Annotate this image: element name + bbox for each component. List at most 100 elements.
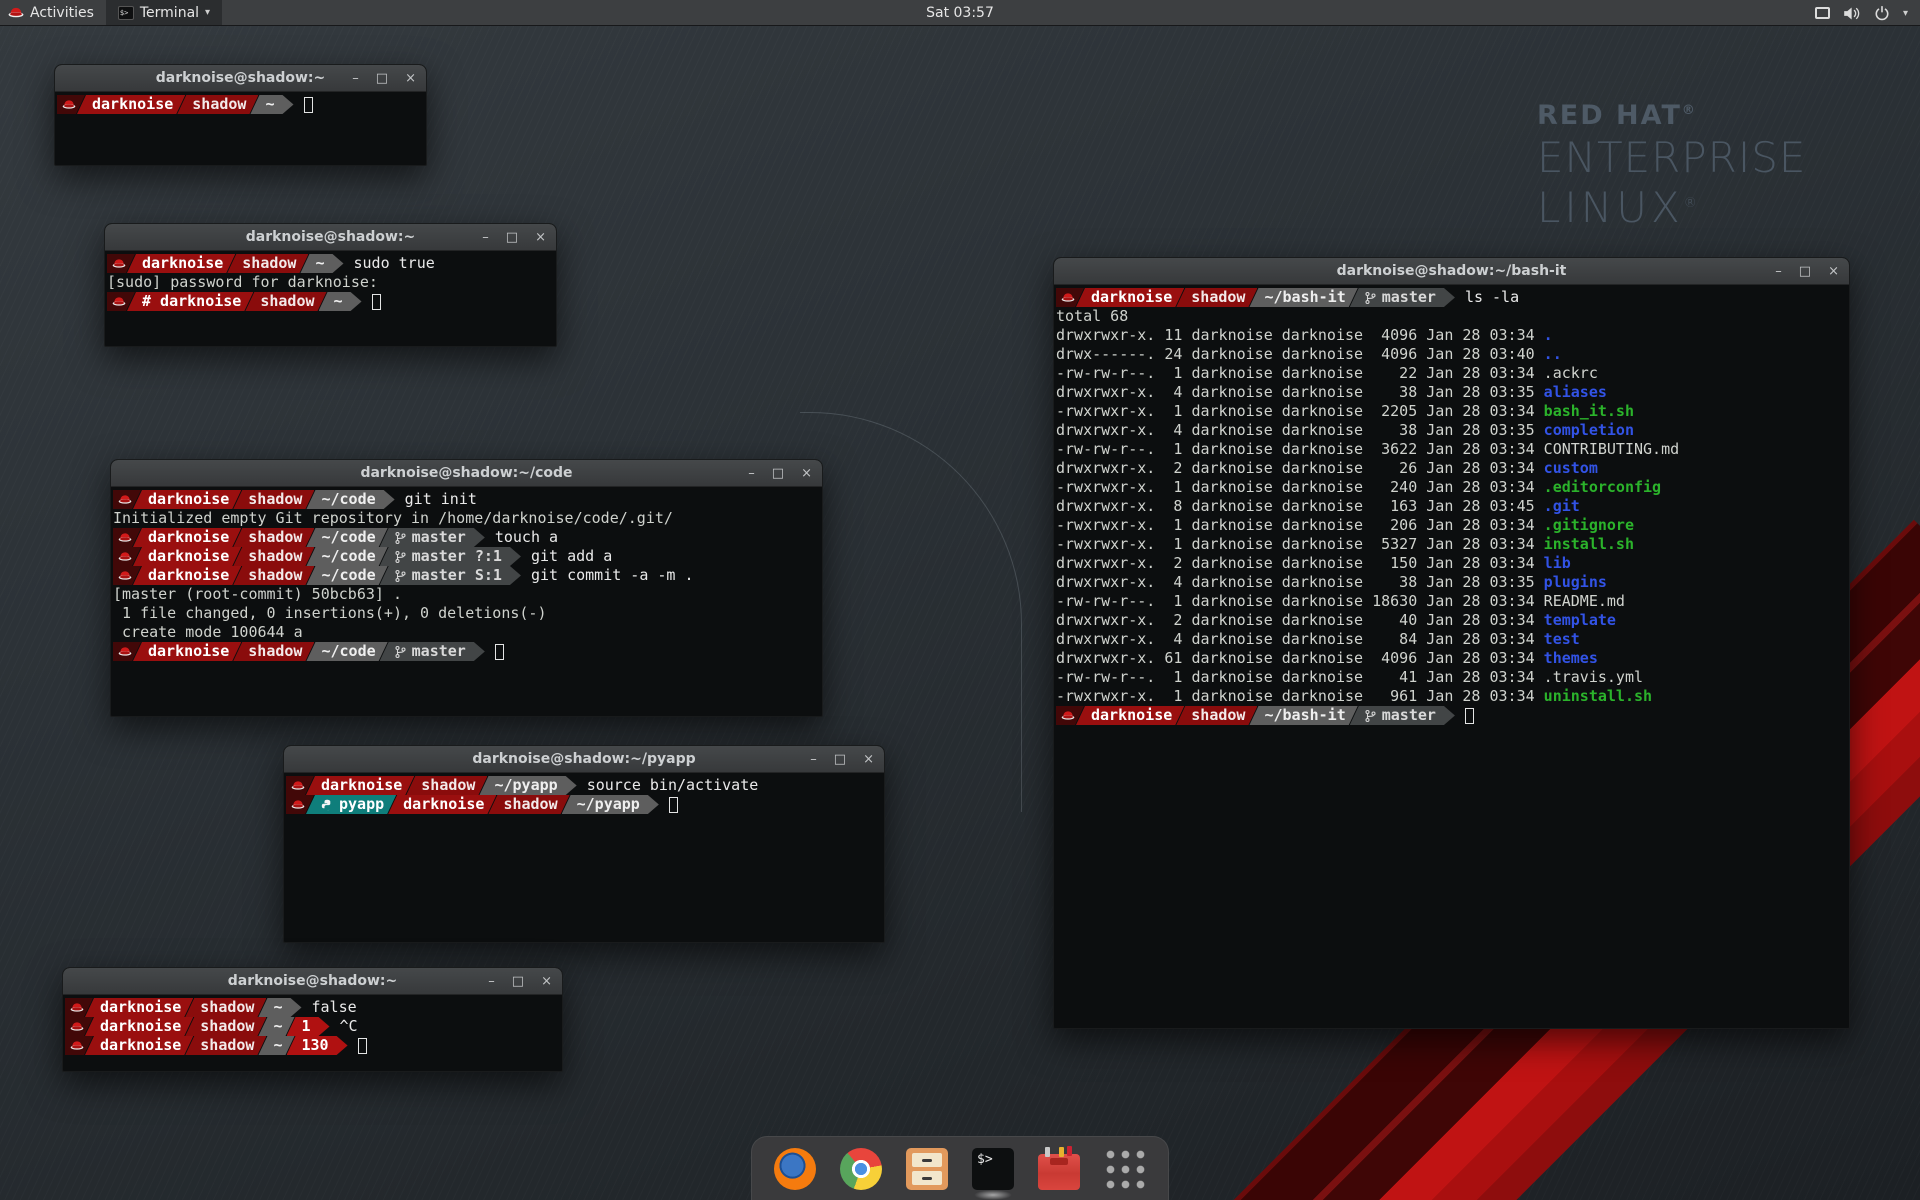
terminal-content[interactable]: darknoiseshadow~sudo true[sudo] password… (105, 251, 556, 311)
minimize-button[interactable]: – (810, 746, 817, 773)
prompt-segment-path: ~/code (306, 490, 394, 509)
file-name: plugins (1544, 573, 1607, 591)
file-name: completion (1544, 421, 1634, 439)
prompt-segment-user: darknoise (133, 642, 241, 661)
terminal-window-exitcodes: darknoise@shadow:~ –□× darknoiseshadow~f… (62, 967, 563, 1072)
maximize-button[interactable]: □ (772, 460, 784, 487)
prompt-row: # darknoiseshadow~ (107, 292, 554, 311)
activities-button[interactable]: Activities (0, 0, 106, 25)
terminal-cursor (669, 797, 678, 813)
prompt-segment-host: shadow (233, 566, 314, 585)
file-meta: drwxrwxr-x. 61 darknoise darknoise 4096 … (1056, 649, 1544, 667)
terminal-cursor (495, 644, 504, 660)
prompt-segment-path: ~/bash-it (1249, 288, 1357, 307)
maximize-button[interactable]: □ (1799, 258, 1811, 285)
dock-item-terminal[interactable]: $> (972, 1148, 1014, 1190)
file-name: .ackrc (1544, 364, 1598, 382)
terminal-content[interactable]: darknoiseshadow~/pyappsource bin/activat… (284, 773, 884, 814)
file-meta: -rw-rw-r--. 1 darknoise darknoise 41 Jan… (1056, 668, 1544, 686)
prompt-segment-git: master S:1 (380, 566, 521, 585)
close-button[interactable]: × (1828, 258, 1839, 285)
file-meta: drwxrwxr-x. 4 darknoise darknoise 38 Jan… (1056, 573, 1544, 591)
prompt-segment-path: ~/bash-it (1249, 706, 1357, 725)
terminal-content[interactable]: darknoiseshadow~ (55, 92, 426, 114)
minimize-button[interactable]: – (352, 65, 359, 92)
file-name: .git (1544, 497, 1580, 515)
redhat-icon (8, 6, 24, 19)
close-button[interactable]: × (535, 224, 546, 251)
file-row: -rwxrwxr-x. 1 darknoise darknoise 240 Ja… (1056, 478, 1847, 497)
close-button[interactable]: × (863, 746, 874, 773)
file-meta: drwxrwxr-x. 4 darknoise darknoise 38 Jan… (1056, 383, 1544, 401)
titlebar[interactable]: darknoise@shadow:~/code –□× (111, 460, 822, 487)
file-row: drwxrwxr-x. 8 darknoise darknoise 163 Ja… (1056, 497, 1847, 516)
window-title: darknoise@shadow:~ (156, 70, 326, 86)
prompt-segment-git: master (1350, 288, 1455, 307)
display-icon (1815, 7, 1830, 19)
file-name: .. (1544, 345, 1562, 363)
titlebar[interactable]: darknoise@shadow:~ –□× (63, 968, 562, 995)
prompt-segment-user: darknoise (85, 1036, 193, 1055)
command-text: git init (405, 490, 477, 509)
prompt-segment-host: shadow (185, 1036, 266, 1055)
maximize-button[interactable]: □ (834, 746, 846, 773)
file-name: test (1544, 630, 1580, 648)
prompt-row: darknoiseshadow~/bash-itmasterls -la (1056, 288, 1847, 307)
file-name: .editorconfig (1544, 478, 1661, 496)
top-bar: Activities $> Terminal ▾ Sat 03:57 ▾ (0, 0, 1920, 26)
terminal-window-bash-it: darknoise@shadow:~/bash-it –□× darknoise… (1053, 257, 1850, 1029)
dock-item-files[interactable] (906, 1148, 948, 1190)
file-meta: -rwxrwxr-x. 1 darknoise darknoise 206 Ja… (1056, 516, 1544, 534)
prompt-segment-git: master (380, 642, 485, 661)
dock-item-toolbox[interactable] (1038, 1154, 1080, 1190)
file-row: drwxrwxr-x. 2 darknoise darknoise 26 Jan… (1056, 459, 1847, 478)
titlebar[interactable]: darknoise@shadow:~ –□ × (55, 65, 426, 92)
minimize-button[interactable]: – (482, 224, 489, 251)
close-button[interactable]: × (405, 65, 416, 92)
close-button[interactable]: × (801, 460, 812, 487)
minimize-button[interactable]: – (488, 968, 495, 995)
prompt-segment-user: darknoise (127, 254, 235, 273)
terminal-cursor (304, 97, 313, 113)
prompt-segment-host: shadow (245, 292, 326, 311)
file-row: -rwxrwxr-x. 1 darknoise darknoise 2205 J… (1056, 402, 1847, 421)
prompt-row: darknoiseshadow~/codemaster S:1git commi… (113, 566, 820, 585)
file-name: custom (1544, 459, 1598, 477)
maximize-button[interactable]: □ (512, 968, 524, 995)
titlebar[interactable]: darknoise@shadow:~ –□ × (105, 224, 556, 251)
maximize-button[interactable]: □ (376, 65, 388, 92)
prompt-segment-exit: 130 (287, 1036, 348, 1055)
app-menu-button[interactable]: $> Terminal ▾ (106, 0, 222, 25)
dock-item-app-grid[interactable] (1104, 1148, 1146, 1190)
system-status-area[interactable]: ▾ (1809, 0, 1914, 26)
dock-item-firefox[interactable] (774, 1148, 816, 1190)
prompt-segment-path: ~/pyapp (562, 795, 659, 814)
caret-down-icon: ▾ (1903, 8, 1908, 19)
prompt-segment-host: shadow (488, 795, 569, 814)
minimize-button[interactable]: – (748, 460, 755, 487)
prompt-segment-path: ~/code (306, 528, 387, 547)
maximize-button[interactable]: □ (506, 224, 518, 251)
file-row: drwxrwxr-x. 2 darknoise darknoise 150 Ja… (1056, 554, 1847, 573)
output-row: Initialized empty Git repository in /hom… (113, 509, 820, 528)
terminal-content[interactable]: darknoiseshadow~/bash-itmasterls -latota… (1054, 285, 1849, 725)
window-title: darknoise@shadow:~ (246, 229, 416, 245)
file-name: .travis.yml (1544, 668, 1643, 686)
titlebar[interactable]: darknoise@shadow:~/bash-it –□× (1054, 258, 1849, 285)
file-name: CONTRIBUTING.md (1544, 440, 1679, 458)
prompt-row: pyappdarknoiseshadow~/pyapp (286, 795, 882, 814)
terminal-content[interactable]: darknoiseshadow~falsedarknoiseshadow~1^C… (63, 995, 562, 1055)
prompt-segment-host: shadow (1176, 288, 1257, 307)
file-name: install.sh (1544, 535, 1634, 553)
dock-item-chrome[interactable] (840, 1148, 882, 1190)
close-button[interactable]: × (541, 968, 552, 995)
titlebar[interactable]: darknoise@shadow:~/pyapp –□× (284, 746, 884, 773)
file-name: . (1544, 326, 1553, 344)
dock: $> (751, 1136, 1169, 1200)
clock[interactable]: Sat 03:57 (916, 0, 1004, 26)
file-row: drwxrwxr-x. 61 darknoise darknoise 4096 … (1056, 649, 1847, 668)
minimize-button[interactable]: – (1775, 258, 1782, 285)
terminal-content[interactable]: darknoise shadow ~/code git initInitialized… (111, 487, 822, 661)
file-name: bash_it.sh (1544, 402, 1634, 420)
desktop: RED HAT® ENTERPRISE LINUX® Activities $>… (0, 0, 1920, 1200)
